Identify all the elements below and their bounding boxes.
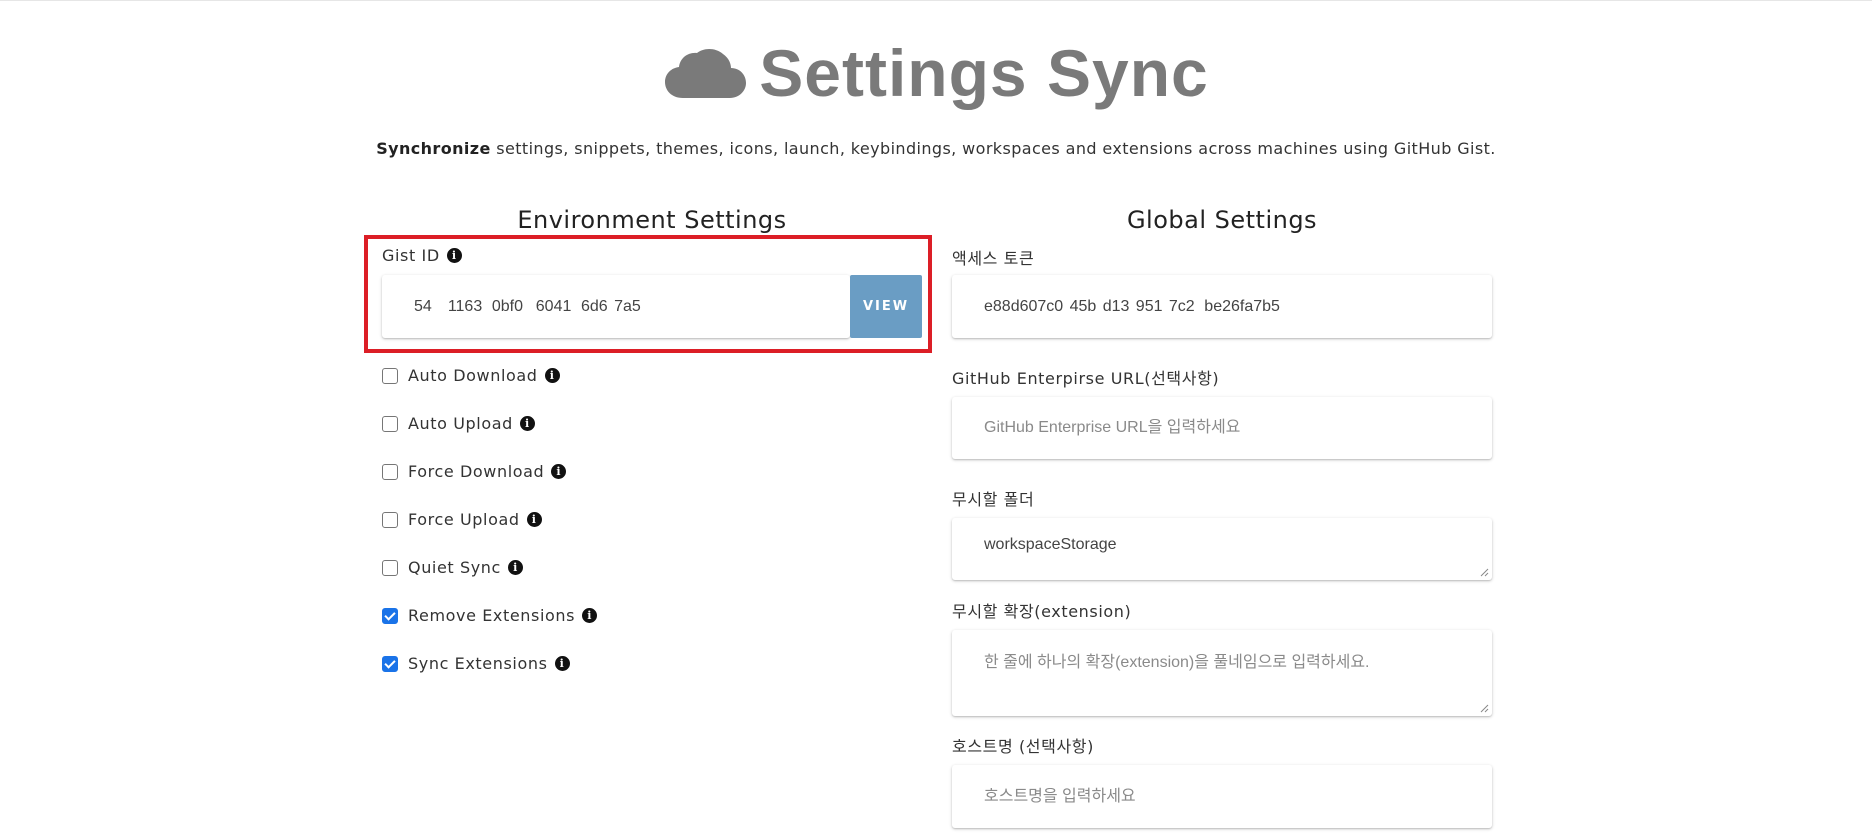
ignore-extensions-label: 무시할 확장(extension) <box>952 602 1132 621</box>
quiet-sync-checkbox[interactable] <box>382 559 398 576</box>
force-upload-label: Force Upload <box>408 510 520 529</box>
top-divider <box>0 0 1872 1</box>
quiet-sync-option[interactable]: Quiet Sync i <box>382 558 523 577</box>
enterprise-url-field <box>952 397 1492 459</box>
info-icon[interactable]: i <box>526 512 542 527</box>
info-icon[interactable]: i <box>582 608 598 623</box>
subtitle-text: settings, snippets, themes, icons, launc… <box>490 139 1496 158</box>
hostname-field <box>952 765 1492 828</box>
remove-extensions-label: Remove Extensions <box>408 606 576 625</box>
auto-upload-checkbox[interactable] <box>382 415 398 432</box>
force-upload-checkbox[interactable] <box>382 511 398 528</box>
resize-grip-icon[interactable] <box>1480 704 1489 713</box>
quiet-sync-label: Quiet Sync <box>408 558 501 577</box>
gist-id-field <box>382 275 850 338</box>
page-header: Settings Sync <box>0 38 1872 108</box>
enterprise-url-input[interactable] <box>952 397 1492 459</box>
gist-id-label: Gist ID i <box>382 246 462 265</box>
access-token-input[interactable] <box>952 275 1492 338</box>
ignore-folder-label: 무시할 폴더 <box>952 490 1035 509</box>
enterprise-url-label: GitHub Enterpirse URL(선택사항) <box>952 369 1220 388</box>
gist-id-input[interactable] <box>382 275 850 338</box>
auto-download-option[interactable]: Auto Download i <box>382 366 560 385</box>
sync-extensions-label: Sync Extensions <box>408 654 548 673</box>
force-download-label: Force Download <box>408 462 545 481</box>
resize-grip-icon[interactable] <box>1480 568 1489 577</box>
hostname-input[interactable] <box>952 765 1492 828</box>
auto-download-label: Auto Download <box>408 366 538 385</box>
ignore-extensions-field <box>952 630 1492 716</box>
auto-upload-option[interactable]: Auto Upload i <box>382 414 535 433</box>
auto-upload-label: Auto Upload <box>408 414 513 433</box>
remove-extensions-option[interactable]: Remove Extensions i <box>382 606 598 625</box>
global-settings-title: Global Settings <box>1126 206 1318 234</box>
page-subtitle: Synchronize settings, snippets, themes, … <box>0 139 1872 158</box>
info-icon[interactable]: i <box>544 368 560 383</box>
hostname-label: 호스트명 (선택사항) <box>952 737 1094 756</box>
force-download-checkbox[interactable] <box>382 463 398 480</box>
force-upload-option[interactable]: Force Upload i <box>382 510 542 529</box>
info-icon[interactable]: i <box>507 560 523 575</box>
info-icon[interactable]: i <box>554 656 570 671</box>
subtitle-bold: Synchronize <box>376 139 491 158</box>
cloud-icon <box>665 49 747 98</box>
info-icon[interactable]: i <box>446 248 462 263</box>
view-button[interactable]: VIEW <box>850 275 922 338</box>
page-title: Settings Sync <box>759 36 1209 110</box>
sync-extensions-checkbox[interactable] <box>382 655 398 672</box>
gist-id-label-text: Gist ID <box>382 246 440 265</box>
info-icon[interactable]: i <box>551 464 567 479</box>
environment-settings-title: Environment Settings <box>517 206 787 234</box>
ignore-folder-textarea[interactable]: workspaceStorage <box>952 518 1492 580</box>
remove-extensions-checkbox[interactable] <box>382 607 398 624</box>
sync-extensions-option[interactable]: Sync Extensions i <box>382 654 570 673</box>
auto-download-checkbox[interactable] <box>382 367 398 384</box>
info-icon[interactable]: i <box>519 416 535 431</box>
ignore-folder-field: workspaceStorage <box>952 518 1492 580</box>
access-token-field <box>952 275 1492 338</box>
access-token-label: 액세스 토큰 <box>952 249 1035 268</box>
ignore-extensions-textarea[interactable] <box>952 630 1492 716</box>
force-download-option[interactable]: Force Download i <box>382 462 567 481</box>
